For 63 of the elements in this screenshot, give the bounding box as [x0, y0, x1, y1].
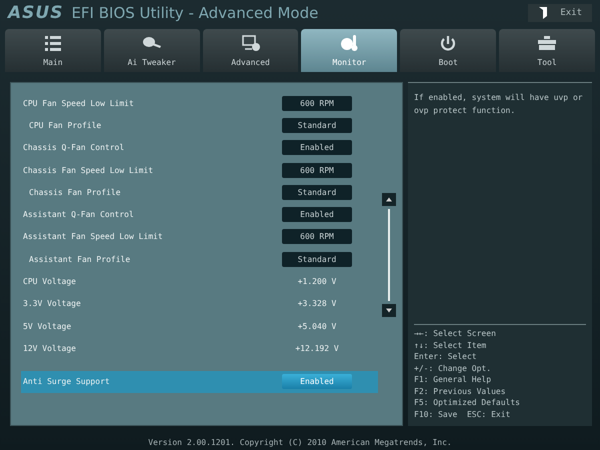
option-button[interactable]: 600 RPM: [282, 162, 352, 178]
voltage-reading: +5.040 V: [296, 322, 338, 331]
tab[interactable]: Boot: [400, 29, 496, 72]
scroll-up-icon[interactable]: [382, 193, 396, 206]
key-hint: F2: Previous Values: [414, 386, 507, 397]
key-hint: +/-: Change Opt.: [414, 362, 492, 374]
setting-label: Assistant Fan Profile: [28, 254, 130, 264]
tab[interactable]: Main: [5, 29, 101, 72]
toolbox-icon: [537, 34, 558, 52]
key-hint: F10: Save ESC: Exit: [414, 408, 512, 420]
option-button[interactable]: 600 RPM: [282, 96, 352, 111]
option-button[interactable]: Standard: [282, 252, 352, 267]
setting-row[interactable]: 3.3V Voltage +3.328 V: [21, 292, 378, 315]
key-hint: F5: Optimized Defaults: [414, 397, 521, 408]
option-button[interactable]: Enabled: [282, 207, 352, 222]
option-button[interactable]: Standard: [282, 184, 352, 200]
tab[interactable]: Tool: [499, 29, 595, 72]
setting-row[interactable]: 12V Voltage +12.192 V: [21, 337, 378, 360]
setting-row[interactable]: Assistant Q-Fan Control Enabled: [21, 203, 378, 226]
monitor-info-icon: [240, 34, 261, 52]
setting-label: Chassis Fan Speed Low Limit: [23, 166, 154, 175]
setting-row[interactable]: Chassis Q-Fan Control Enabled: [21, 136, 378, 159]
key-hint: F1: General Help: [414, 374, 492, 386]
setting-label: Anti Surge Support: [23, 377, 110, 386]
option-button[interactable]: Standard: [282, 118, 352, 133]
option-button[interactable]: 600 RPM: [282, 229, 352, 244]
setting-label: Chassis Fan Profile: [28, 188, 121, 197]
brand-logo: ASUS: [8, 3, 64, 23]
scroll-down-icon[interactable]: [382, 304, 396, 317]
setting-label: CPU Fan Speed Low Limit: [23, 98, 134, 108]
setting-label: 3.3V Voltage: [23, 299, 81, 308]
scroll-bar[interactable]: [382, 193, 396, 317]
setting-label: 5V Voltage: [23, 322, 72, 331]
tab[interactable]: Advanced: [202, 29, 298, 72]
setting-label: CPU Fan Profile: [28, 120, 102, 130]
setting-label: Chassis Q-Fan Control: [23, 143, 124, 152]
version-text: Version 2.00.1201. Copyright (C) 2010 American Megatrends, Inc.: [147, 437, 453, 447]
window-title: EFI BIOS Utility - Advanced Mode: [71, 4, 318, 22]
setting-row[interactable]: CPU Fan Profile Standard: [21, 114, 378, 137]
tab[interactable]: Ai Tweaker: [104, 29, 200, 72]
voltage-reading: +3.328 V: [296, 299, 338, 308]
setting-row[interactable]: Assistant Fan Speed Low Limit 600 RPM: [21, 226, 378, 248]
thermometer-icon: [339, 34, 360, 52]
list-icon: [42, 34, 63, 52]
setting-label: 12V Voltage: [23, 344, 76, 353]
setting-row[interactable]: CPU Fan Speed Low Limit 600 RPM: [21, 92, 378, 114]
key-hint: ↑↓: Select Item: [414, 340, 488, 351]
setting-row[interactable]: Chassis Fan Speed Low Limit 600 RPM: [21, 158, 378, 182]
setting-row[interactable]: 5V Voltage +5.040 V: [21, 314, 378, 338]
setting-row[interactable]: Chassis Fan Profile Standard: [21, 181, 378, 204]
setting-label: CPU Voltage: [23, 277, 76, 286]
setting-row[interactable]: CPU Voltage +1.200 V: [21, 270, 378, 293]
voltage-reading: +1.200 V: [296, 277, 338, 286]
option-button[interactable]: Enabled: [282, 140, 352, 156]
exit-button[interactable]: Exit: [528, 4, 592, 22]
voltage-reading: +12.192 V: [294, 344, 340, 353]
help-text: If enabled, system will have uvp or ovp protect function.: [414, 92, 584, 117]
key-hint: →←: Select Screen: [414, 328, 497, 340]
setting-label: Assistant Q-Fan Control: [23, 210, 134, 220]
key-hint: Enter: Select: [414, 351, 478, 362]
setting-label: Assistant Fan Speed Low Limit: [23, 232, 163, 242]
door-icon: [538, 7, 548, 19]
setting-row[interactable]: Assistant Fan Profile Standard: [21, 248, 378, 270]
